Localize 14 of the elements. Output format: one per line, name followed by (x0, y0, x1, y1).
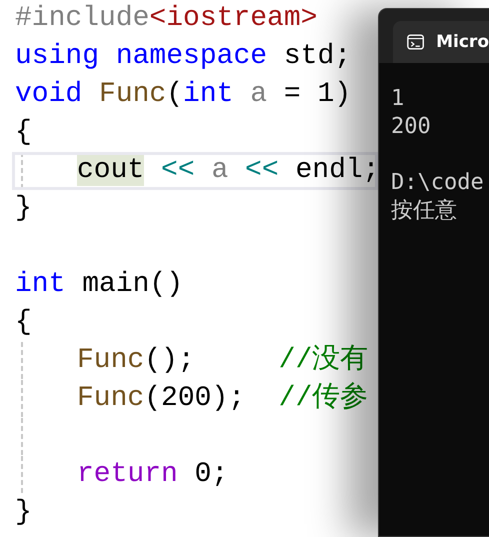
output-line: 按任意 (391, 197, 458, 225)
code-line: { (14, 306, 33, 340)
output-line: 1 (391, 85, 406, 113)
code-line: #include<iostream> (14, 2, 318, 36)
console-tab[interactable]: Micro (393, 21, 489, 63)
code-line: } (14, 192, 33, 226)
code-line: int main() (14, 268, 184, 302)
output-line: D:\code (391, 169, 485, 197)
code-line: using namespace std; (14, 40, 352, 74)
code-line: } (14, 496, 33, 530)
code-line: { (14, 116, 33, 150)
output-line: 200 (391, 113, 432, 141)
terminal-icon (407, 33, 424, 51)
code-line: void Func(int a = 1) (14, 78, 352, 112)
